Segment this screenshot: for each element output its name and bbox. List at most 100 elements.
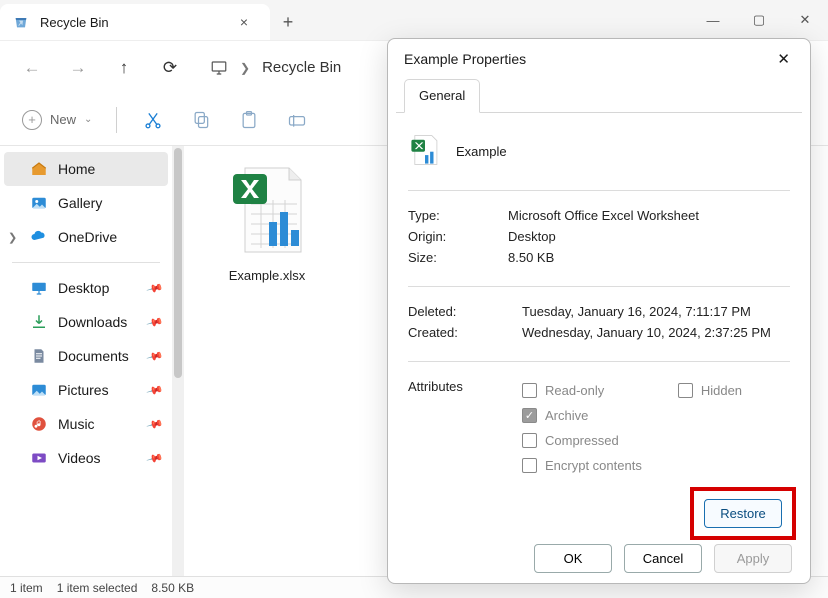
documents-icon (30, 347, 48, 365)
window-close-button[interactable]: ✕ (782, 0, 828, 40)
new-menu-button[interactable]: + New ⌄ (12, 104, 102, 136)
checkbox-label: Read-only (545, 383, 604, 398)
checkbox-icon (522, 458, 537, 473)
tab-title: Recycle Bin (40, 15, 109, 30)
dialog-divider (408, 286, 790, 287)
pin-icon[interactable]: 📌 (146, 347, 164, 365)
navigation-sidebar: Home Gallery ❯ OneDrive Desktop 📌 Downlo… (0, 146, 172, 576)
window-maximize-button[interactable]: ▢ (736, 0, 782, 40)
status-selected-count: 1 item selected (57, 581, 138, 595)
sidebar-item-onedrive[interactable]: ❯ OneDrive (0, 220, 172, 254)
music-icon (30, 415, 48, 433)
dialog-divider (408, 190, 790, 191)
sidebar-scrollbar[interactable] (172, 146, 184, 576)
sidebar-item-home[interactable]: Home (4, 152, 168, 186)
tab-general[interactable]: General (404, 79, 480, 113)
sidebar-item-desktop[interactable]: Desktop 📌 (0, 271, 172, 305)
restore-highlight-box: Restore (690, 487, 796, 540)
plus-circle-icon: + (22, 110, 42, 130)
gallery-icon (30, 194, 48, 212)
address-bar[interactable]: ❯ Recycle Bin (210, 59, 341, 77)
cancel-button[interactable]: Cancel (624, 544, 702, 573)
pin-icon[interactable]: 📌 (146, 381, 164, 399)
chevron-down-icon: ⌄ (84, 114, 92, 125)
nav-forward-button[interactable]: → (58, 48, 98, 88)
dialog-tabstrip: General (396, 79, 802, 113)
prop-key-origin: Origin: (408, 229, 508, 244)
pin-icon[interactable]: 📌 (146, 279, 164, 297)
checkbox-label: Encrypt contents (545, 458, 642, 473)
window-minimize-button[interactable]: — (690, 0, 736, 40)
checkbox-readonly[interactable]: Read-only (522, 383, 642, 398)
copy-button[interactable] (179, 100, 223, 140)
nav-up-button[interactable]: ↑ (104, 48, 144, 88)
file-label: Example.xlsx (202, 268, 332, 283)
toolbar-separator (116, 107, 117, 133)
breadcrumb-chevron-icon: ❯ (240, 61, 250, 75)
checkbox-icon (522, 383, 537, 398)
pin-icon[interactable]: 📌 (146, 449, 164, 467)
file-type-icon (408, 133, 442, 170)
sidebar-item-music[interactable]: Music 📌 (0, 407, 172, 441)
videos-icon (30, 449, 48, 467)
sidebar-item-label: Pictures (58, 382, 109, 398)
sidebar-item-downloads[interactable]: Downloads 📌 (0, 305, 172, 339)
downloads-icon (30, 313, 48, 331)
prop-key-attributes: Attributes (408, 379, 522, 394)
sidebar-item-pictures[interactable]: Pictures 📌 (0, 373, 172, 407)
checkbox-encrypt[interactable]: Encrypt contents (522, 458, 642, 473)
window-titlebar: Recycle Bin × + — ▢ ✕ (0, 0, 828, 40)
sidebar-item-documents[interactable]: Documents 📌 (0, 339, 172, 373)
window-controls: — ▢ ✕ (690, 0, 828, 40)
window-tab[interactable]: Recycle Bin × (0, 4, 270, 40)
dialog-filename: Example (456, 144, 507, 159)
sidebar-item-label: Desktop (58, 280, 109, 296)
cut-button[interactable] (131, 100, 175, 140)
sidebar-item-label: Documents (58, 348, 129, 364)
paste-button[interactable] (227, 100, 271, 140)
sidebar-item-videos[interactable]: Videos 📌 (0, 441, 172, 475)
checkbox-label: Compressed (545, 433, 619, 448)
prop-val-created: Wednesday, January 10, 2024, 2:37:25 PM (522, 325, 771, 340)
file-item[interactable]: Example.xlsx (202, 160, 332, 283)
ok-button[interactable]: OK (534, 544, 612, 573)
sidebar-item-gallery[interactable]: Gallery (0, 186, 172, 220)
apply-button[interactable]: Apply (714, 544, 792, 573)
expand-chevron-icon[interactable]: ❯ (8, 231, 17, 244)
dialog-footer: OK Cancel Apply (388, 533, 810, 583)
sidebar-item-label: Home (58, 161, 95, 177)
dialog-body: Example Type:Microsoft Office Excel Work… (388, 113, 810, 533)
status-item-count: 1 item (10, 581, 43, 595)
checkbox-label: Hidden (701, 383, 742, 398)
tab-close-button[interactable]: × (234, 10, 254, 34)
nav-back-button[interactable]: ← (12, 48, 52, 88)
restore-button[interactable]: Restore (704, 499, 782, 528)
onedrive-icon (30, 228, 48, 246)
sidebar-item-label: Gallery (58, 195, 102, 211)
prop-key-type: Type: (408, 208, 508, 223)
nav-refresh-button[interactable]: ⟳ (150, 48, 190, 88)
recycle-bin-icon (12, 13, 30, 31)
desktop-icon (30, 279, 48, 297)
rename-button[interactable] (275, 100, 319, 140)
dialog-title: Example Properties (404, 51, 526, 67)
checkbox-icon (522, 433, 537, 448)
pin-icon[interactable]: 📌 (146, 415, 164, 433)
checkbox-label: Archive (545, 408, 588, 423)
checkbox-compressed[interactable]: Compressed (522, 433, 642, 448)
properties-dialog: Example Properties ✕ General Example Typ… (387, 38, 811, 584)
dialog-close-button[interactable]: ✕ (769, 46, 798, 72)
dialog-titlebar[interactable]: Example Properties ✕ (388, 39, 810, 79)
checkbox-archive[interactable]: ✓ Archive (522, 408, 642, 423)
new-tab-button[interactable]: + (270, 4, 306, 40)
checkbox-checked-icon: ✓ (522, 408, 537, 423)
address-text: Recycle Bin (262, 59, 341, 76)
checkbox-hidden[interactable]: Hidden (678, 383, 742, 398)
sidebar-item-label: Music (58, 416, 95, 432)
scrollbar-thumb[interactable] (174, 148, 182, 378)
pin-icon[interactable]: 📌 (146, 313, 164, 331)
excel-file-icon (217, 160, 317, 260)
checkbox-icon (678, 383, 693, 398)
home-icon (30, 160, 48, 178)
prop-key-deleted: Deleted: (408, 304, 522, 319)
